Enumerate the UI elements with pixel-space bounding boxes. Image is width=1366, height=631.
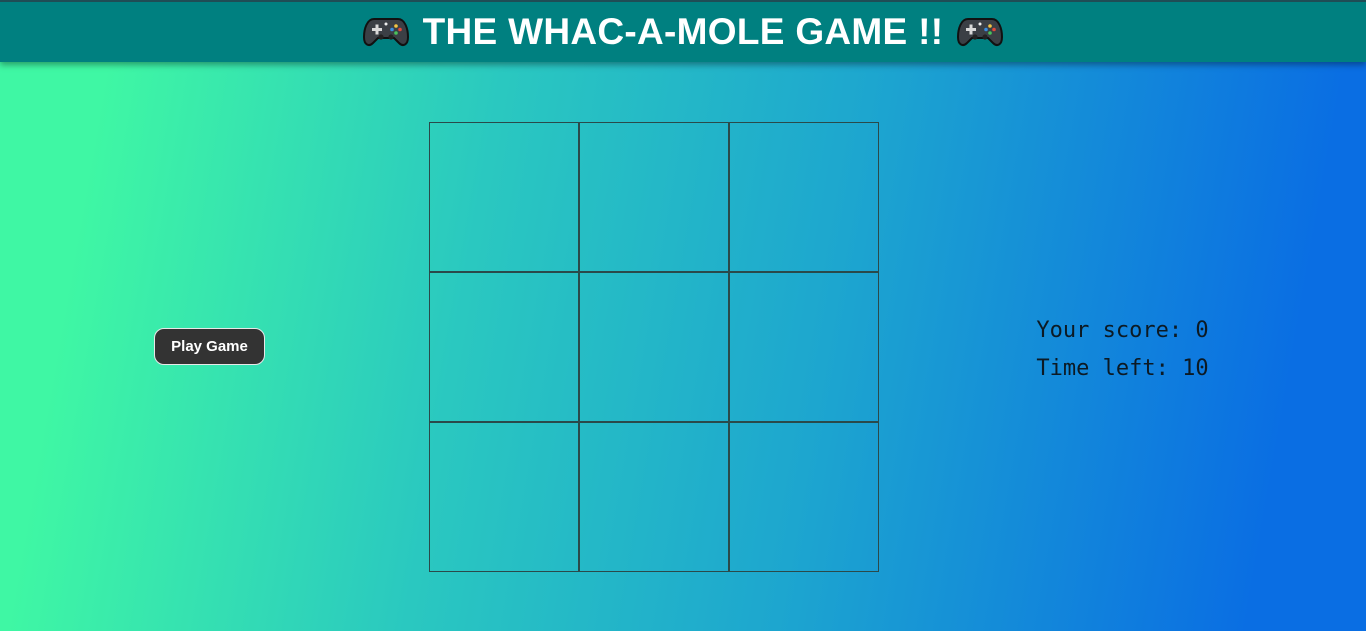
mole-hole-2[interactable]	[579, 122, 729, 272]
gamepad-icon	[362, 18, 409, 46]
score-line: Your score: 0	[1000, 312, 1245, 350]
mole-hole-5[interactable]	[579, 272, 729, 422]
score-value: 0	[1195, 318, 1209, 343]
mole-hole-1[interactable]	[429, 122, 579, 272]
mole-hole-3[interactable]	[729, 122, 879, 272]
time-line: Time left: 10	[1000, 350, 1245, 388]
game-title: THE WHAC-A-MOLE GAME !!	[422, 11, 944, 52]
play-game-button[interactable]: Play Game	[154, 328, 265, 365]
time-label: Time left:	[1036, 356, 1169, 381]
mole-hole-9[interactable]	[729, 422, 879, 572]
mole-board	[429, 122, 879, 572]
mole-hole-4[interactable]	[429, 272, 579, 422]
mole-hole-8[interactable]	[579, 422, 729, 572]
mole-hole-6[interactable]	[729, 272, 879, 422]
mole-hole-7[interactable]	[429, 422, 579, 572]
gamepad-icon	[957, 18, 1004, 46]
time-value: 10	[1182, 356, 1209, 381]
score-panel: Your score: 0 Time left: 10	[1000, 312, 1245, 388]
title-wrap: THE WHAC-A-MOLE GAME !!	[362, 11, 1004, 53]
score-label: Your score:	[1036, 318, 1183, 343]
game-header: THE WHAC-A-MOLE GAME !!	[0, 0, 1366, 62]
